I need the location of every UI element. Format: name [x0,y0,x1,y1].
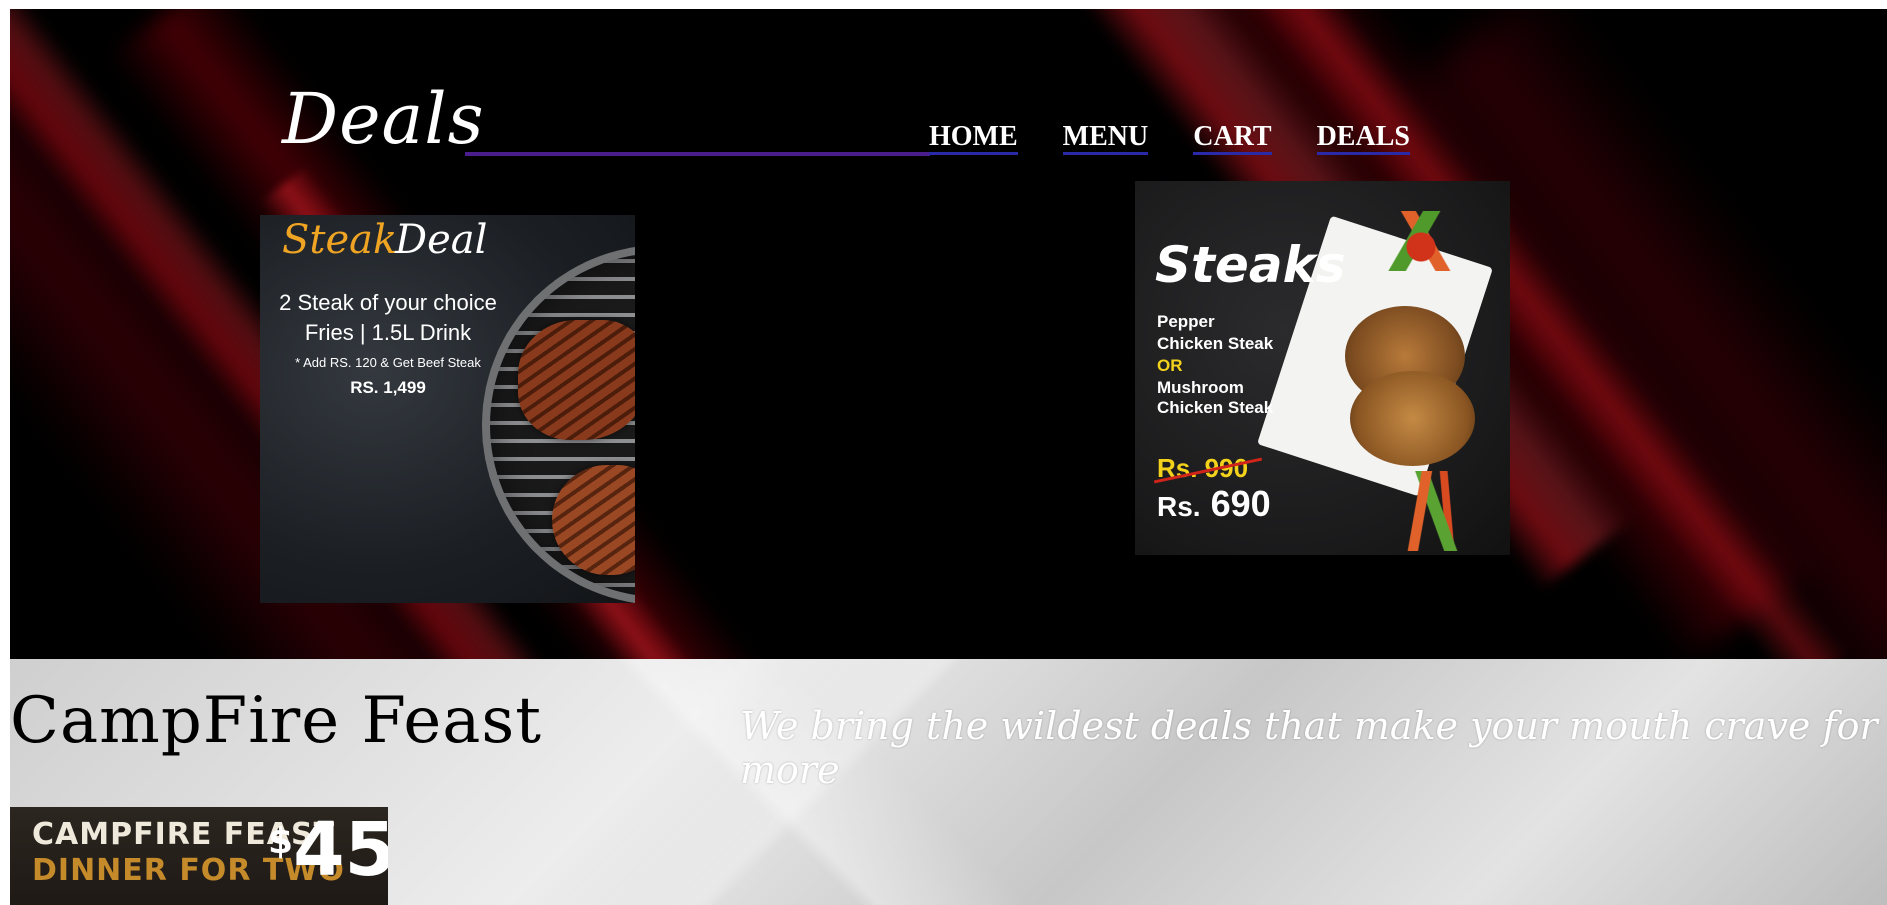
price-value: 690 [1210,483,1271,524]
price-currency: Rs. [1157,491,1201,522]
deal-item: Chicken Steak [1157,334,1274,353]
deal-item: Chicken Steak [1157,398,1274,417]
price-currency: $ [268,821,294,862]
steaks-deal-card[interactable]: Steaks Pepper Chicken Steak OR Mushroom … [1135,181,1510,555]
nav-home-link[interactable]: HOME [929,122,1018,155]
brand-section: CampFire Feast We bring the wildest deal… [10,659,1887,905]
main-nav: HOME MENU CART DEALS [929,122,1410,155]
page-title: Deals [282,78,485,160]
deal-item: Pepper [1157,312,1215,331]
title-underline [465,152,930,156]
nav-deals-link[interactable]: DEALS [1316,122,1410,155]
deal-title: Deal [395,217,488,263]
deal-item: Mushroom [1157,378,1244,397]
old-price: Rs. 990 [1157,453,1249,483]
price-value: 45 [293,807,388,893]
new-price: Rs. 690 [1157,483,1271,525]
garnish-image [1385,211,1475,271]
campfire-card-price: $45 [268,807,388,893]
deal-or: OR [1157,356,1183,375]
steak-image [518,320,635,440]
nav-cart-link[interactable]: CART [1193,122,1272,155]
nav-menu-link[interactable]: MENU [1062,122,1149,155]
deal-description: Fries | 1.5L Drink [304,320,472,345]
deal-description: 2 Steak of your choice [279,290,497,315]
campfire-feast-card[interactable]: CAMPFIRE FEAST DINNER FOR TWO $45 [10,807,388,905]
steak-image [1350,371,1475,466]
deal-price: RS. 1,499 [350,378,426,397]
steak-deal-card[interactable]: Steak Deal 2 Steak of your choice Fries … [260,215,635,603]
deal-note: * Add RS. 120 & Get Beef Steak [295,355,481,370]
deal-title: Steaks [1155,236,1346,294]
garnish-image [1390,471,1480,551]
brand-tagline: We bring the wildest deals that make you… [740,704,1878,792]
brand-name: CampFire Feast [10,684,542,758]
deal-title-accent: Steak [282,217,398,263]
